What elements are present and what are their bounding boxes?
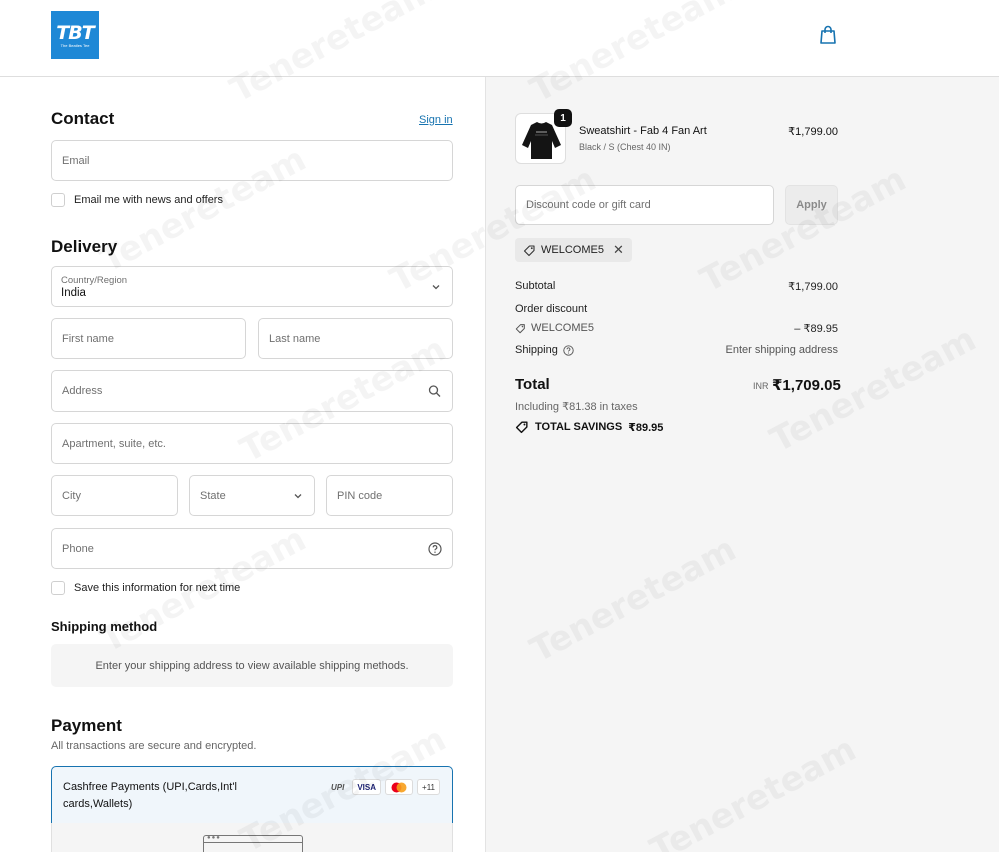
discount-code-text: WELCOME5 [531,322,594,334]
shipping-label: Shipping [515,344,558,356]
store-logo[interactable]: TBT The Beatles Tee [51,11,99,59]
shipping-notice-text: Enter your shipping address to view avai… [95,659,409,672]
newsletter-checkbox[interactable] [51,193,65,207]
sign-in-link[interactable]: Sign in [419,114,453,126]
tag-icon [515,421,528,434]
payment-logos: UPI VISA +11 [327,779,440,795]
first-name-field[interactable]: First name [51,318,246,359]
payment-option-cashfree[interactable]: Cashfree Payments (UPI,Cards,Int'l cards… [51,766,453,824]
help-circle-icon[interactable] [428,541,442,556]
logo-mark: TBT [56,21,94,44]
phone-field[interactable]: Phone [51,528,453,569]
savings-value: ₹89.95 [628,421,664,434]
shipping-method-notice: Enter your shipping address to view avai… [51,644,453,687]
tax-note: Including ₹81.38 in taxes [515,401,638,413]
payment-redirect-area: ●●● [51,823,453,852]
shipping-method-title: Shipping method [51,619,158,634]
discount-code-input[interactable]: Discount code or gift card [515,185,774,225]
payment-subtitle: All transactions are secure and encrypte… [51,740,257,752]
payment-title: Payment [51,716,122,735]
applied-code-text: WELCOME5 [541,244,604,256]
tag-icon [523,244,535,256]
total-savings: TOTAL SAVINGS ₹89.95 [515,420,663,434]
country-value: India [61,287,86,299]
state-select[interactable]: State [189,475,315,516]
order-discount-label: Order discount [515,303,588,315]
chevron-down-icon [294,493,302,498]
subtotal-label: Subtotal [515,280,556,292]
shipping-value: Enter shipping address [725,344,838,356]
product-price: ₹1,799.00 [788,126,838,138]
shopping-bag-icon[interactable] [819,25,837,45]
first-name-placeholder: First name [62,332,114,345]
mastercard-icon [385,779,414,795]
email-placeholder: Email [62,154,90,167]
last-name-field[interactable]: Last name [258,318,453,359]
applied-discount-chip: WELCOME5 ✕ [515,238,632,262]
phone-placeholder: Phone [62,542,94,555]
last-name-placeholder: Last name [269,332,321,345]
help-circle-icon[interactable] [563,344,574,356]
checkout-header: TBT The Beatles Tee [0,0,999,77]
total-currency: INR [753,381,769,391]
discount-placeholder: Discount code or gift card [526,199,651,211]
city-field[interactable]: City [51,475,178,516]
payment-option-label: Cashfree Payments (UPI,Cards,Int'l cards… [63,781,237,810]
pin-code-field[interactable]: PIN code [326,475,453,516]
email-field[interactable]: Email [51,140,453,181]
address-placeholder: Address [62,385,103,397]
search-icon[interactable] [428,385,441,398]
discount-value: – ₹89.95 [794,323,838,335]
chevron-down-icon [432,284,440,289]
total-label: Total [515,376,550,393]
save-info-option[interactable]: Save this information for next time [51,581,240,595]
apartment-field[interactable]: Apartment, suite, etc. [51,423,453,464]
city-placeholder: City [62,489,81,502]
save-info-label: Save this information for next time [74,582,241,594]
savings-label: TOTAL SAVINGS [535,421,623,433]
total-value: ₹1,709.05 [772,377,841,394]
apartment-placeholder: Apartment, suite, etc. [62,437,166,450]
more-payment-methods-badge: +11 [417,779,440,795]
discount-code-row: WELCOME5 [515,322,594,334]
pin-code-placeholder: PIN code [337,489,383,502]
save-info-checkbox[interactable] [51,581,65,595]
visa-icon: VISA [352,779,382,795]
state-placeholder: State [200,489,226,502]
apply-discount-button[interactable]: Apply [785,185,838,225]
remove-discount-icon[interactable]: ✕ [613,242,624,258]
shipping-row: Shipping [515,344,574,356]
tag-icon [515,323,525,333]
country-label: Country/Region [61,275,128,286]
newsletter-label: Email me with news and offers [74,194,223,206]
product-variant: Black / S (Chest 40 IN) [579,142,671,152]
delivery-title: Delivery [51,237,118,256]
country-select[interactable]: Country/Region India [51,266,453,307]
product-name: Sweatshirt - Fab 4 Fan Art [579,125,707,137]
browser-window-icon: ●●● [203,835,303,852]
logo-tagline: The Beatles Tee [60,42,90,48]
newsletter-option[interactable]: Email me with news and offers [51,193,223,207]
subtotal-value: ₹1,799.00 [788,281,838,293]
quantity-badge: 1 [554,109,572,127]
contact-title: Contact [51,109,115,128]
address-field[interactable]: Address [51,370,453,412]
upi-icon: UPI [331,782,345,792]
